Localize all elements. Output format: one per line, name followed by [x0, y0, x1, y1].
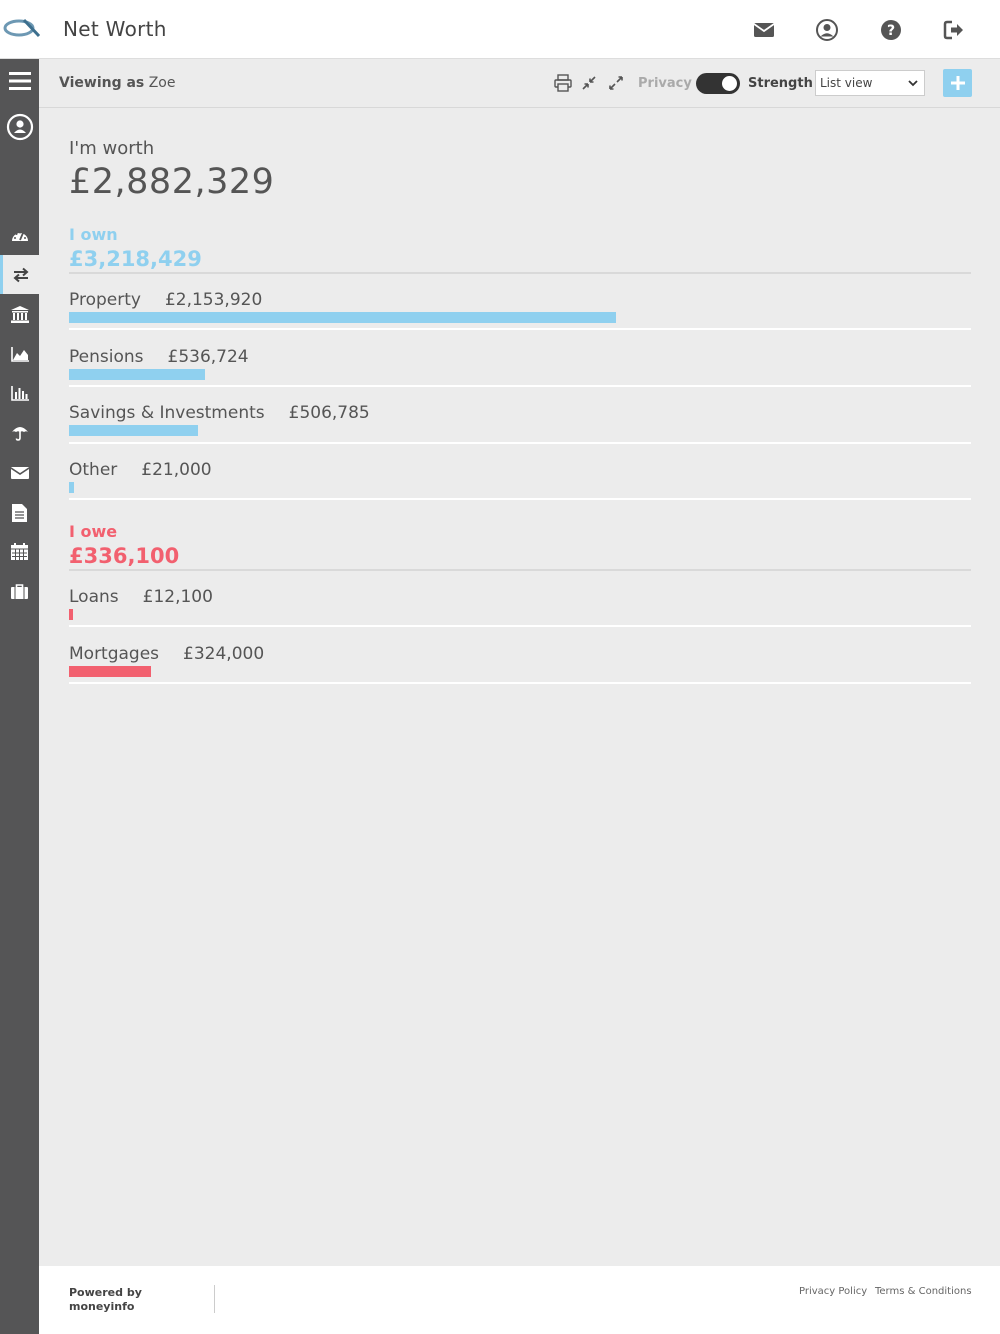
row-label: Property [69, 290, 141, 310]
viewing-as: Viewing as Zoe [59, 75, 176, 91]
privacy-policy-link[interactable]: Privacy Policy [799, 1286, 867, 1297]
sidebar-item-bank[interactable] [0, 295, 39, 334]
view-select-value: List view [820, 76, 873, 90]
plus-icon [950, 76, 965, 90]
envelope-icon [10, 466, 29, 479]
briefcase-icon [11, 584, 28, 599]
row-amount: £506,785 [288, 403, 370, 423]
liability-bar [69, 609, 73, 620]
powered-by-label: Powered by [69, 1286, 142, 1299]
asset-bar [69, 369, 205, 380]
powered-by-brand[interactable]: moneyinfo [69, 1300, 142, 1314]
row-label: Mortgages [69, 644, 160, 664]
help-icon[interactable]: ? [879, 18, 903, 42]
row-amount: £536,724 [167, 347, 249, 367]
asset-row-savings[interactable]: Savings & Investments £506,785 [69, 403, 971, 460]
liability-row-mortgages[interactable]: Mortgages £324,000 [69, 644, 971, 701]
own-divider [69, 272, 971, 274]
row-amount: £2,153,920 [164, 290, 263, 310]
row-divider [69, 442, 971, 444]
transfer-icon [13, 267, 29, 282]
sidebar-item-insurance[interactable] [0, 413, 39, 452]
sidebar [0, 59, 39, 1334]
owe-divider [69, 569, 971, 571]
print-icon[interactable] [554, 74, 572, 92]
add-button[interactable] [943, 69, 972, 97]
bank-icon [10, 306, 29, 323]
sign-out-icon[interactable] [942, 18, 966, 42]
liability-row-loans[interactable]: Loans £12,100 [69, 587, 971, 644]
worth-value: £2,882,329 [69, 162, 275, 202]
row-divider [69, 682, 971, 684]
owe-section-label: I owe [69, 522, 118, 541]
row-amount: £21,000 [141, 460, 212, 480]
menu-icon [8, 71, 31, 90]
sidebar-item-net-worth[interactable] [0, 255, 39, 294]
asset-bar [69, 425, 198, 436]
asset-row-property[interactable]: Property £2,153,920 [69, 290, 971, 347]
own-section-label: I own [69, 225, 118, 244]
top-bar: Net Worth ? [0, 0, 1000, 59]
view-select[interactable]: List view [815, 70, 925, 96]
asset-bar [69, 482, 74, 493]
liability-bar [69, 666, 151, 677]
svg-text:?: ? [887, 23, 895, 39]
worth-label: I'm worth [69, 138, 155, 159]
privacy-toggle-knob [722, 76, 737, 91]
dashboard-icon [11, 231, 28, 241]
envelope-icon[interactable] [752, 18, 776, 42]
row-label: Other [69, 460, 118, 480]
moneyinfo-logo-icon[interactable] [2, 14, 40, 42]
page-title: Net Worth [63, 17, 167, 41]
asset-row-other[interactable]: Other £21,000 [69, 460, 971, 517]
sidebar-item-messages[interactable] [0, 453, 39, 492]
row-label: Loans [69, 587, 119, 607]
umbrella-icon [11, 426, 28, 441]
compress-icon[interactable] [580, 74, 598, 92]
profile-icon [6, 113, 33, 140]
area-chart-icon [10, 347, 29, 362]
row-divider [69, 498, 971, 500]
powered-by: Powered by moneyinfo [69, 1286, 142, 1314]
terms-link[interactable]: Terms & Conditions [875, 1286, 972, 1297]
sidebar-item-menu[interactable] [0, 61, 39, 100]
own-total: £3,218,429 [69, 247, 202, 271]
sidebar-item-profile[interactable] [0, 107, 39, 146]
asset-bar [69, 312, 616, 323]
footer-divider [214, 1285, 215, 1313]
sidebar-item-bar-chart[interactable] [0, 374, 39, 413]
row-amount: £12,100 [142, 587, 213, 607]
strength-label: Strength [748, 76, 813, 91]
row-divider [69, 328, 971, 330]
chevron-down-icon [908, 80, 918, 87]
viewing-as-label: Viewing as [59, 75, 145, 91]
viewing-as-user[interactable]: Zoe [149, 75, 176, 91]
sidebar-item-documents[interactable] [0, 493, 39, 532]
sidebar-item-portfolio[interactable] [0, 572, 39, 611]
user-circle-icon[interactable] [815, 18, 839, 42]
calendar-icon [11, 543, 28, 560]
row-label: Savings & Investments [69, 403, 265, 423]
footer: Powered by moneyinfo Privacy Policy Term… [39, 1266, 1000, 1334]
expand-icon[interactable] [607, 74, 625, 92]
row-divider [69, 385, 971, 387]
toolbar: Viewing as Zoe Privacy Strength List vie… [39, 59, 1000, 108]
sidebar-item-area-chart[interactable] [0, 335, 39, 374]
row-label: Pensions [69, 347, 144, 367]
sidebar-item-calendar[interactable] [0, 532, 39, 571]
privacy-label: Privacy [638, 76, 692, 91]
asset-row-pensions[interactable]: Pensions £536,724 [69, 347, 971, 404]
document-icon [12, 503, 27, 522]
sidebar-item-dashboard[interactable] [0, 216, 39, 255]
owe-total: £336,100 [69, 544, 180, 568]
privacy-toggle[interactable] [696, 73, 740, 94]
bar-chart-icon [10, 386, 29, 401]
row-divider [69, 625, 971, 627]
row-amount: £324,000 [183, 644, 265, 664]
